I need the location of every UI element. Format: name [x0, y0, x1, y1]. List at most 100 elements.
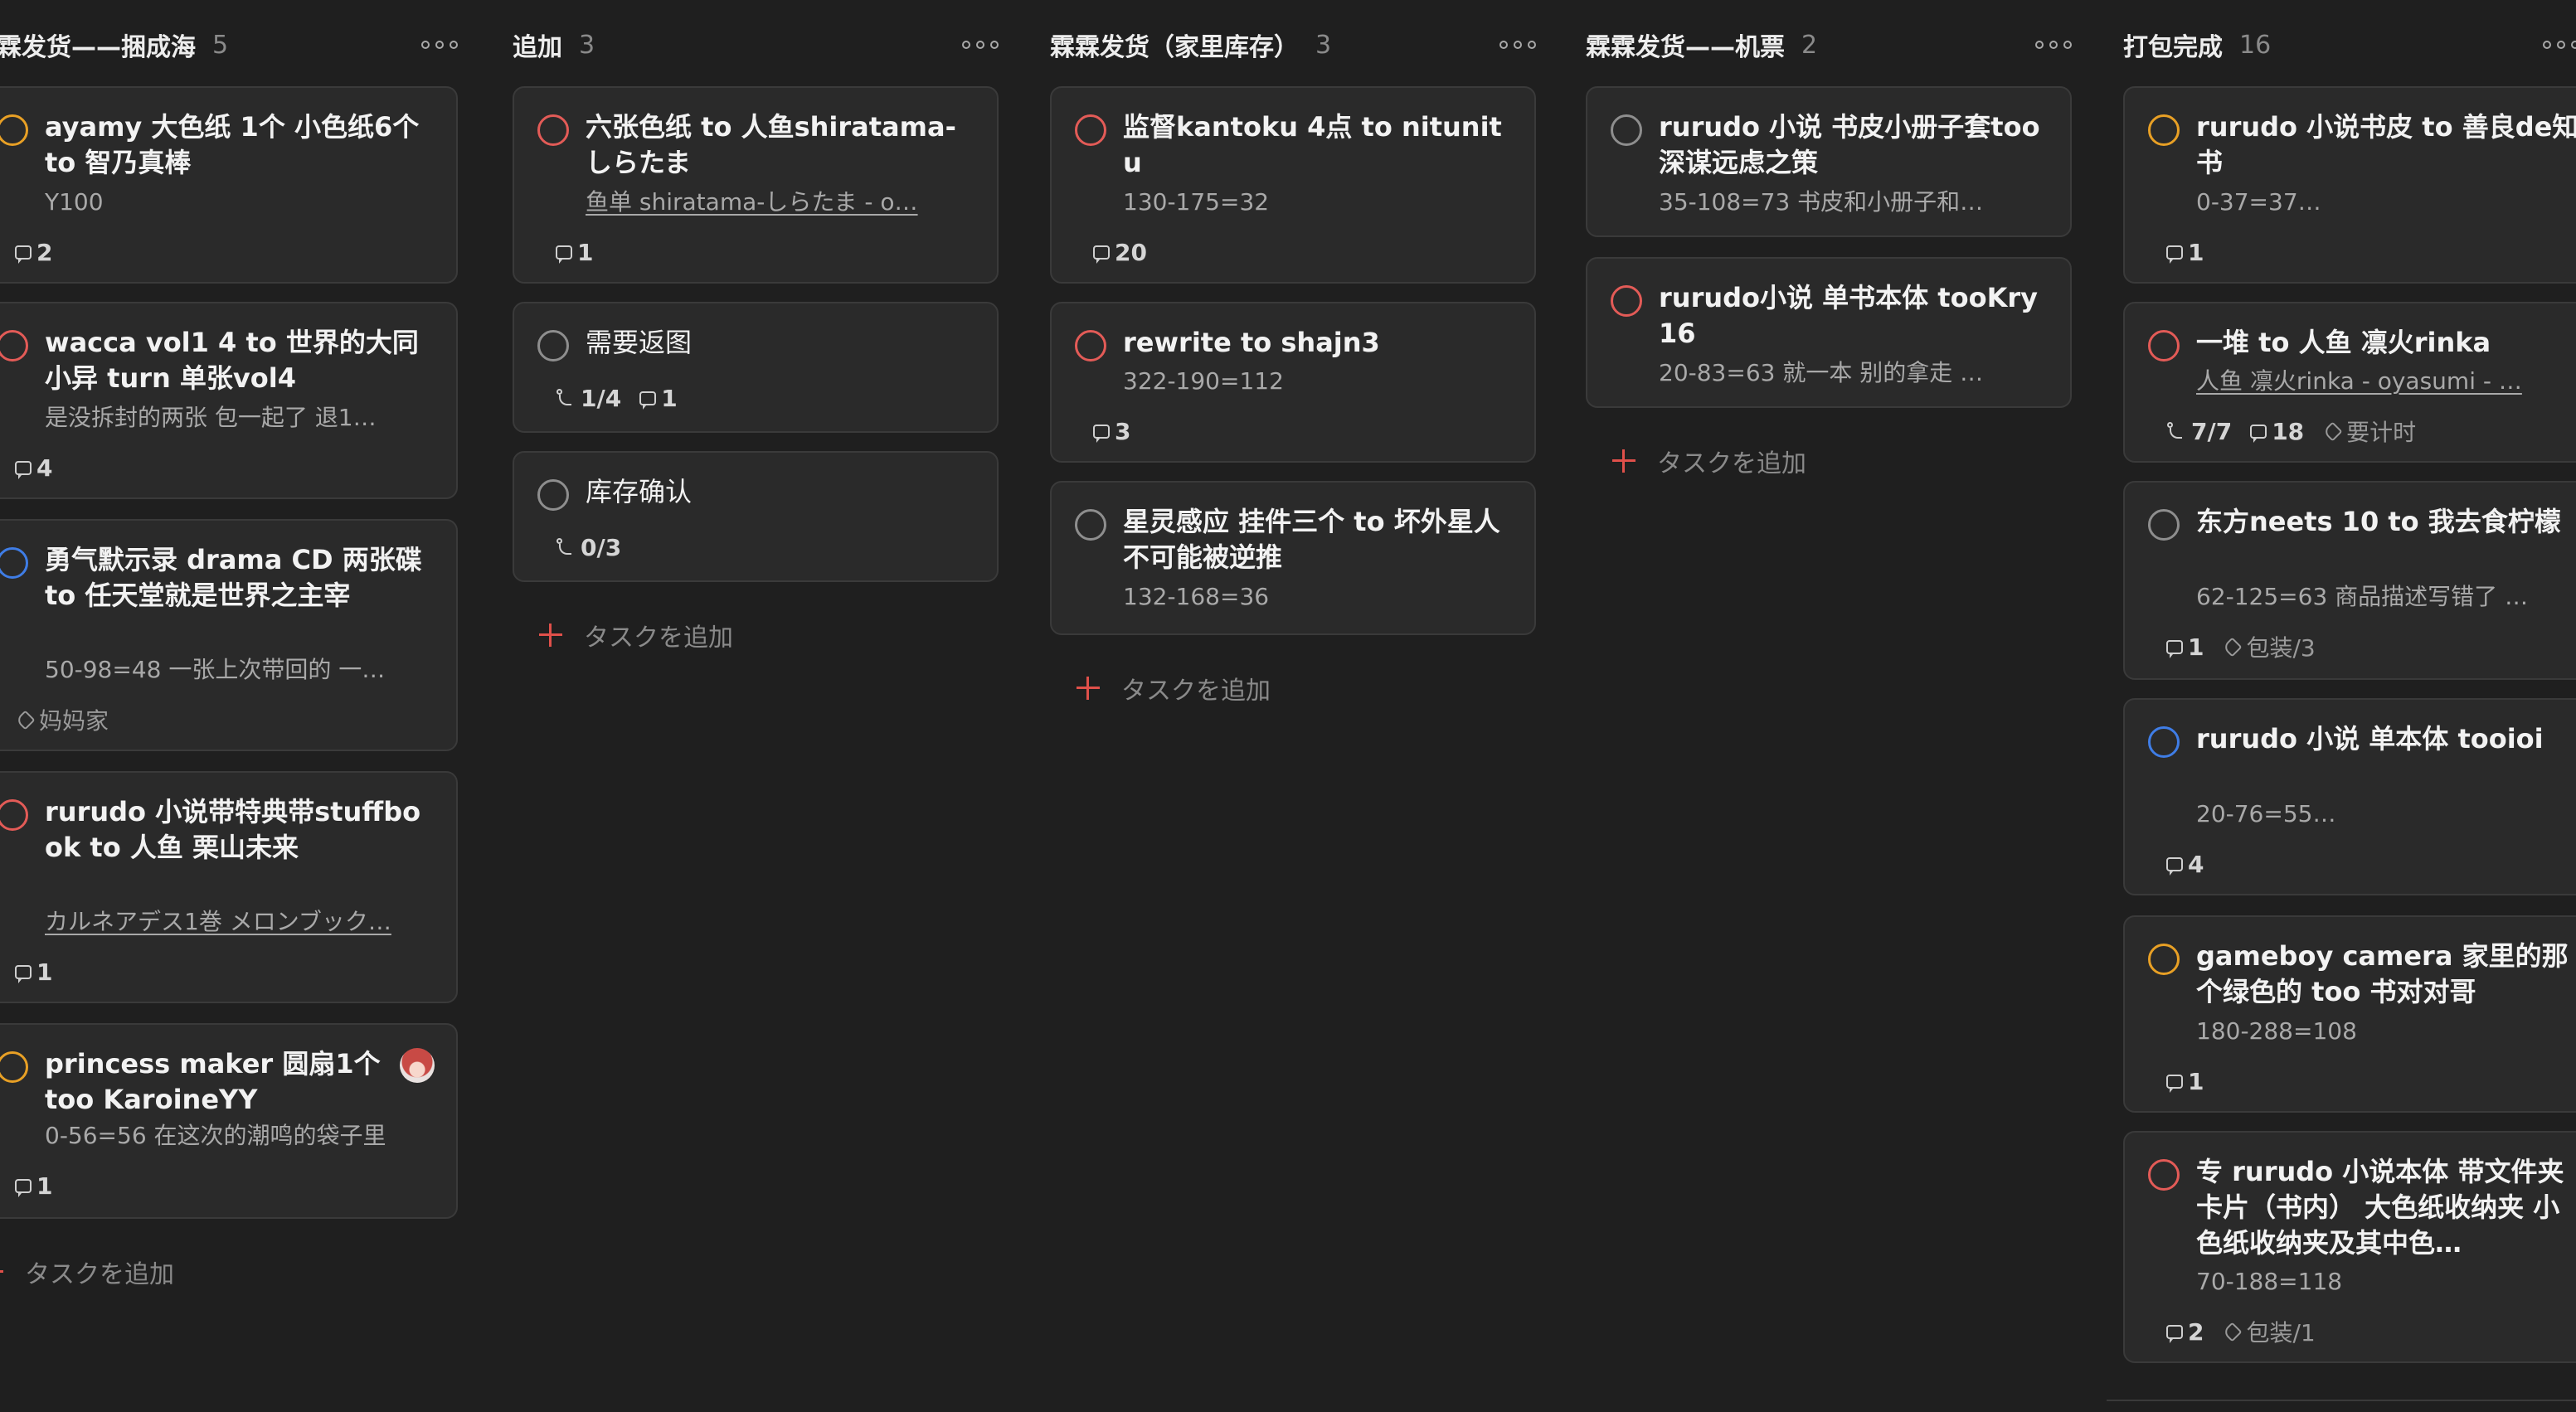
task-title: rurudo 小说书皮 to 善良de知书	[2196, 111, 2576, 178]
task-description-link[interactable]: カルネアデス1巻 メロンブック…	[45, 905, 431, 939]
task-title: 需要返图	[586, 327, 693, 358]
complete-checkbox[interactable]	[2148, 1159, 2180, 1191]
more-icon[interactable]	[2543, 35, 2576, 55]
task-card[interactable]: princess maker 圆扇1个too KaroineYY 0-56=56…	[0, 1023, 458, 1219]
complete-checkbox[interactable]	[2148, 330, 2180, 361]
task-card[interactable]: gameboy camera 家里的那个绿色的 too 书对对哥 180-288…	[2123, 915, 2576, 1113]
task-title: 一堆 to 人鱼 凛火rinka	[2196, 327, 2491, 358]
more-icon[interactable]	[2035, 35, 2072, 55]
task-card[interactable]: 六张色纸 to 人鱼shiratama-しらたま 鱼单 shiratama-しら…	[513, 86, 999, 284]
column-count: 5	[212, 30, 229, 60]
more-icon[interactable]	[962, 35, 999, 55]
add-task-button[interactable]: タスクを追加	[0, 1254, 174, 1290]
comment-count: 1	[36, 1172, 53, 1200]
complete-checkbox[interactable]	[0, 330, 28, 361]
task-card[interactable]: wacca vol1 4 to 世界的大同小异 turn 单张vol4 是没拆封…	[0, 302, 458, 499]
task-card[interactable]: 勇气默示录 drama CD 两张碟 to 任天堂就是世界之主宰 50-98=4…	[0, 519, 458, 751]
comment-icon	[15, 460, 32, 479]
add-task-button[interactable]: タスクを追加	[1612, 443, 1806, 479]
more-icon[interactable]	[421, 35, 458, 55]
task-title: 东方neets 10 to 我去食柠檬	[2196, 506, 2561, 537]
comment-icon	[15, 1178, 32, 1197]
complete-checkbox[interactable]	[1075, 330, 1106, 361]
task-meta: 7/7 18 要计时	[2166, 416, 2434, 446]
comment-icon	[2166, 245, 2183, 264]
subtask-icon	[556, 537, 576, 557]
complete-checkbox[interactable]	[0, 799, 28, 831]
complete-checkbox[interactable]	[537, 330, 569, 361]
complete-checkbox[interactable]	[1075, 114, 1106, 146]
comment-count: 1	[2188, 238, 2204, 266]
task-card[interactable]: 东方neets 10 to 我去食柠檬 62-125=63 商品描述写错了 … …	[2123, 481, 2576, 680]
column-header: 霖霖发货（家里库存） 3	[1050, 28, 1536, 62]
task-description: 20-76=55…	[2196, 800, 2336, 827]
task-description-link[interactable]: 鱼单 shiratama-しらたま - o…	[586, 186, 972, 219]
task-label: 妈妈家	[39, 707, 109, 735]
task-card[interactable]: 库存确认 0/3	[513, 451, 999, 582]
subtask-progress: 0/3	[581, 533, 622, 561]
add-task-button[interactable]: タスクを追加	[1077, 670, 1271, 706]
task-card[interactable]: 一堆 to 人鱼 凛火rinka 人鱼 凛火rinka - oyasumi - …	[2123, 302, 2576, 463]
complete-checkbox[interactable]	[0, 1051, 28, 1083]
complete-checkbox[interactable]	[0, 547, 28, 579]
complete-checkbox[interactable]	[537, 479, 569, 511]
task-meta: 20	[1093, 237, 1165, 267]
task-meta: 1	[15, 1171, 70, 1201]
task-description: 20-83=63 就一本 别的拿走 …	[1659, 359, 1984, 386]
comment-icon	[639, 391, 657, 410]
task-description: 0-56=56 在这次的潮鸣的袋子里	[45, 1122, 386, 1149]
task-meta: 1	[2166, 237, 2222, 267]
task-description-link[interactable]: 人鱼 凛火rinka - oyasumi - …	[2196, 365, 2576, 398]
column-header: 打包完成 16	[2123, 28, 2576, 62]
task-card[interactable]: rurudo 小说书皮 to 善良de知书 0-37=37… 1	[2123, 86, 2576, 284]
task-card[interactable]: rewrite to shajn3 322-190=112 3	[1050, 302, 1536, 463]
column-title: 霖霖发货（家里库存）	[1050, 33, 1299, 62]
subtask-icon	[556, 388, 576, 408]
task-description: 322-190=112	[1123, 367, 1284, 395]
task-title: ayamy 大色纸 1个 小色纸6个 to 智乃真棒	[45, 111, 420, 178]
task-title: rurudo小说 单书本体 tooKry16	[1659, 282, 2039, 349]
task-meta: 2	[15, 237, 70, 267]
task-title: 专 rurudo 小说本体 带文件夹 卡片（书内） 大色纸收纳夹 小色纸收纳夹及…	[2196, 1156, 2564, 1259]
comment-count: 2	[2188, 1317, 2204, 1346]
task-meta: 4	[2166, 849, 2222, 879]
tag-icon	[15, 709, 36, 730]
comment-count: 1	[661, 384, 678, 412]
divider	[2107, 1400, 2576, 1401]
comment-icon	[2166, 639, 2183, 658]
task-card[interactable]: rurudo 小说带特典带stuffbook to 人鱼 栗山未来 カルネアデス…	[0, 771, 458, 1003]
complete-checkbox[interactable]	[2148, 509, 2180, 541]
task-card[interactable]: rurudo 小说 单本体 tooioi 20-76=55… 4	[2123, 698, 2576, 895]
complete-checkbox[interactable]	[2148, 114, 2180, 146]
task-card[interactable]: rurudo 小说 书皮小册子套too 深谋远虑之策 35-108=73 书皮和…	[1586, 86, 2072, 237]
add-task-label: タスクを追加	[25, 1260, 174, 1289]
task-card[interactable]: rurudo小说 单书本体 tooKry16 20-83=63 就一本 别的拿走…	[1586, 257, 2072, 408]
task-title: 六张色纸 to 人鱼shiratama-しらたま	[586, 111, 956, 178]
task-card[interactable]: 专 rurudo 小说本体 带文件夹 卡片（书内） 大色纸收纳夹 小色纸收纳夹及…	[2123, 1131, 2576, 1363]
complete-checkbox[interactable]	[1611, 285, 1642, 317]
task-title: 监督kantoku 4点 to nitunitu	[1123, 111, 1502, 178]
task-card[interactable]: 监督kantoku 4点 to nitunitu 130-175=32 20	[1050, 86, 1536, 284]
task-card[interactable]: 需要返图 1/4 1	[513, 302, 999, 433]
task-card[interactable]: 星灵感应 挂件三个 to 坏外星人不可能被逆推 132-168=36	[1050, 481, 1536, 635]
complete-checkbox[interactable]	[0, 114, 28, 146]
task-description: 35-108=73 书皮和小册子和…	[1659, 188, 1984, 216]
task-title: princess maker 圆扇1个too KaroineYY	[45, 1048, 381, 1115]
complete-checkbox[interactable]	[2148, 944, 2180, 975]
task-title: gameboy camera 家里的那个绿色的 too 书对对哥	[2196, 940, 2569, 1007]
complete-checkbox[interactable]	[1611, 114, 1642, 146]
complete-checkbox[interactable]	[537, 114, 569, 146]
complete-checkbox[interactable]	[2148, 726, 2180, 758]
task-description: 是没拆封的两张 包一起了 退1…	[45, 404, 377, 431]
column-header: 霖霖发货——捆成海 5	[0, 28, 458, 62]
task-card[interactable]: ayamy 大色纸 1个 小色纸6个 to 智乃真棒 Y100 2	[0, 86, 458, 284]
add-task-button[interactable]: タスクを追加	[539, 617, 733, 653]
assignee-avatar[interactable]	[400, 1048, 435, 1083]
plus-icon	[1612, 449, 1636, 473]
subtask-icon	[2166, 421, 2186, 441]
complete-checkbox[interactable]	[1075, 509, 1106, 541]
add-task-label: タスクを追加	[1121, 677, 1271, 706]
more-icon[interactable]	[1499, 35, 1536, 55]
column-header: 追加 3	[513, 28, 999, 62]
task-description: 132-168=36	[1123, 583, 1270, 610]
